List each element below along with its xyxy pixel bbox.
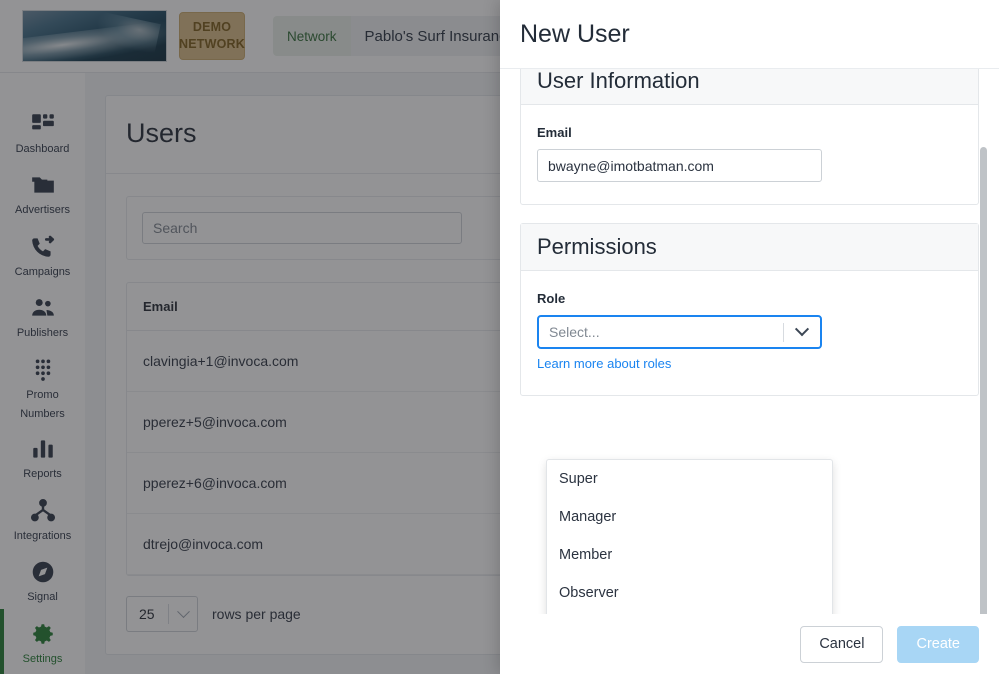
modal-scrollbar-thumb[interactable]	[980, 147, 987, 614]
modal-scrollbar-track[interactable]	[986, 147, 993, 614]
role-label: Role	[537, 291, 962, 306]
modal-footer: Cancel Create	[500, 614, 999, 674]
chevron-down-icon	[784, 327, 820, 337]
create-button[interactable]: Create	[897, 626, 979, 663]
role-option-reporting[interactable]: Reporting	[547, 612, 832, 614]
role-options-dropdown[interactable]: Super Manager Member Observer Reporting …	[546, 459, 833, 614]
permissions-body: Role Select... Learn more about roles	[521, 271, 978, 395]
user-information-body: Email	[521, 105, 978, 204]
email-label: Email	[537, 125, 962, 140]
cancel-button[interactable]: Cancel	[800, 626, 883, 663]
role-option-manager[interactable]: Manager	[547, 498, 832, 536]
modal-title: New User	[520, 20, 630, 49]
permissions-card: Permissions Role Select... Learn more ab…	[520, 223, 979, 396]
learn-more-about-roles-link[interactable]: Learn more about roles	[537, 356, 671, 371]
role-select-placeholder: Select...	[539, 324, 783, 340]
role-option-observer[interactable]: Observer	[547, 574, 832, 612]
user-information-heading: User Information	[521, 69, 978, 105]
app-root: DEMO NETWORK Network Pablo's Surf Insura…	[0, 0, 999, 674]
role-option-member[interactable]: Member	[547, 536, 832, 574]
permissions-heading: Permissions	[521, 224, 978, 271]
role-select[interactable]: Select...	[537, 315, 822, 349]
user-information-card: User Information Email	[520, 69, 979, 205]
modal-body: User Information Email Permissions Role …	[500, 69, 999, 614]
modal-header: New User	[500, 0, 999, 69]
email-field[interactable]	[537, 149, 822, 182]
role-option-super[interactable]: Super	[547, 460, 832, 498]
new-user-modal: New User User Information Email Permissi…	[500, 0, 999, 674]
